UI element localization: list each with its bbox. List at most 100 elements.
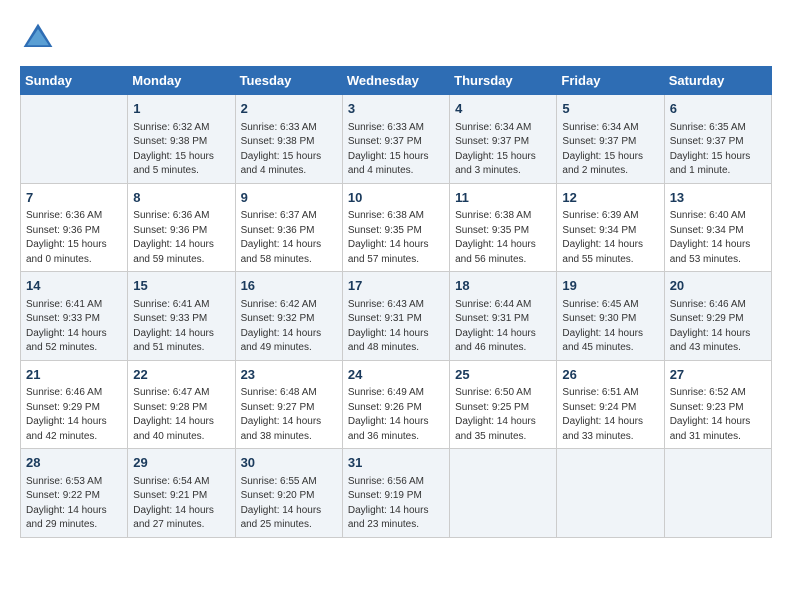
calendar-cell: 11Sunrise: 6:38 AM Sunset: 9:35 PM Dayli… [450,183,557,272]
cell-content: Sunrise: 6:40 AM Sunset: 9:34 PM Dayligh… [670,209,766,267]
calendar-cell [664,449,771,538]
day-number: 13 [670,188,766,208]
day-number: 8 [133,188,229,208]
cell-content: Sunrise: 6:44 AM Sunset: 9:31 PM Dayligh… [455,298,551,356]
calendar-cell: 20Sunrise: 6:46 AM Sunset: 9:29 PM Dayli… [664,272,771,361]
cell-content: Sunrise: 6:32 AM Sunset: 9:38 PM Dayligh… [133,121,229,179]
calendar-cell: 19Sunrise: 6:45 AM Sunset: 9:30 PM Dayli… [557,272,664,361]
day-number: 24 [348,365,444,385]
calendar-cell: 14Sunrise: 6:41 AM Sunset: 9:33 PM Dayli… [21,272,128,361]
calendar-cell: 9Sunrise: 6:37 AM Sunset: 9:36 PM Daylig… [235,183,342,272]
cell-content: Sunrise: 6:34 AM Sunset: 9:37 PM Dayligh… [455,121,551,179]
header-wednesday: Wednesday [342,67,449,95]
cell-content: Sunrise: 6:43 AM Sunset: 9:31 PM Dayligh… [348,298,444,356]
day-number: 30 [241,453,337,473]
day-number: 27 [670,365,766,385]
calendar-cell: 28Sunrise: 6:53 AM Sunset: 9:22 PM Dayli… [21,449,128,538]
day-number: 28 [26,453,122,473]
cell-content: Sunrise: 6:38 AM Sunset: 9:35 PM Dayligh… [455,209,551,267]
day-number: 31 [348,453,444,473]
calendar-cell: 15Sunrise: 6:41 AM Sunset: 9:33 PM Dayli… [128,272,235,361]
day-number: 18 [455,276,551,296]
cell-content: Sunrise: 6:46 AM Sunset: 9:29 PM Dayligh… [26,386,122,444]
day-number: 3 [348,99,444,119]
page-header [20,20,772,56]
calendar-cell [450,449,557,538]
header-friday: Friday [557,67,664,95]
header-saturday: Saturday [664,67,771,95]
day-number: 22 [133,365,229,385]
cell-content: Sunrise: 6:42 AM Sunset: 9:32 PM Dayligh… [241,298,337,356]
cell-content: Sunrise: 6:36 AM Sunset: 9:36 PM Dayligh… [133,209,229,267]
calendar-cell [557,449,664,538]
calendar-cell: 6Sunrise: 6:35 AM Sunset: 9:37 PM Daylig… [664,95,771,184]
day-number: 26 [562,365,658,385]
week-row-4: 28Sunrise: 6:53 AM Sunset: 9:22 PM Dayli… [21,449,772,538]
calendar-cell: 16Sunrise: 6:42 AM Sunset: 9:32 PM Dayli… [235,272,342,361]
cell-content: Sunrise: 6:39 AM Sunset: 9:34 PM Dayligh… [562,209,658,267]
calendar-cell: 18Sunrise: 6:44 AM Sunset: 9:31 PM Dayli… [450,272,557,361]
logo [20,20,60,56]
calendar-cell: 1Sunrise: 6:32 AM Sunset: 9:38 PM Daylig… [128,95,235,184]
day-number: 10 [348,188,444,208]
cell-content: Sunrise: 6:49 AM Sunset: 9:26 PM Dayligh… [348,386,444,444]
cell-content: Sunrise: 6:37 AM Sunset: 9:36 PM Dayligh… [241,209,337,267]
week-row-3: 21Sunrise: 6:46 AM Sunset: 9:29 PM Dayli… [21,360,772,449]
calendar-cell: 8Sunrise: 6:36 AM Sunset: 9:36 PM Daylig… [128,183,235,272]
calendar-cell: 31Sunrise: 6:56 AM Sunset: 9:19 PM Dayli… [342,449,449,538]
day-number: 19 [562,276,658,296]
day-number: 4 [455,99,551,119]
cell-content: Sunrise: 6:50 AM Sunset: 9:25 PM Dayligh… [455,386,551,444]
header-sunday: Sunday [21,67,128,95]
day-number: 17 [348,276,444,296]
cell-content: Sunrise: 6:47 AM Sunset: 9:28 PM Dayligh… [133,386,229,444]
calendar-cell: 4Sunrise: 6:34 AM Sunset: 9:37 PM Daylig… [450,95,557,184]
day-number: 11 [455,188,551,208]
day-number: 23 [241,365,337,385]
calendar-cell: 29Sunrise: 6:54 AM Sunset: 9:21 PM Dayli… [128,449,235,538]
header-tuesday: Tuesday [235,67,342,95]
header-monday: Monday [128,67,235,95]
week-row-2: 14Sunrise: 6:41 AM Sunset: 9:33 PM Dayli… [21,272,772,361]
calendar-cell: 25Sunrise: 6:50 AM Sunset: 9:25 PM Dayli… [450,360,557,449]
calendar-cell: 10Sunrise: 6:38 AM Sunset: 9:35 PM Dayli… [342,183,449,272]
calendar-cell: 23Sunrise: 6:48 AM Sunset: 9:27 PM Dayli… [235,360,342,449]
cell-content: Sunrise: 6:41 AM Sunset: 9:33 PM Dayligh… [133,298,229,356]
cell-content: Sunrise: 6:33 AM Sunset: 9:37 PM Dayligh… [348,121,444,179]
day-number: 1 [133,99,229,119]
calendar-cell: 30Sunrise: 6:55 AM Sunset: 9:20 PM Dayli… [235,449,342,538]
cell-content: Sunrise: 6:53 AM Sunset: 9:22 PM Dayligh… [26,475,122,533]
calendar-cell: 17Sunrise: 6:43 AM Sunset: 9:31 PM Dayli… [342,272,449,361]
calendar-cell: 13Sunrise: 6:40 AM Sunset: 9:34 PM Dayli… [664,183,771,272]
logo-icon [20,20,56,56]
day-number: 6 [670,99,766,119]
day-number: 16 [241,276,337,296]
calendar-cell: 21Sunrise: 6:46 AM Sunset: 9:29 PM Dayli… [21,360,128,449]
header-thursday: Thursday [450,67,557,95]
day-number: 20 [670,276,766,296]
calendar-cell: 2Sunrise: 6:33 AM Sunset: 9:38 PM Daylig… [235,95,342,184]
cell-content: Sunrise: 6:54 AM Sunset: 9:21 PM Dayligh… [133,475,229,533]
calendar-cell: 5Sunrise: 6:34 AM Sunset: 9:37 PM Daylig… [557,95,664,184]
week-row-1: 7Sunrise: 6:36 AM Sunset: 9:36 PM Daylig… [21,183,772,272]
calendar-cell: 26Sunrise: 6:51 AM Sunset: 9:24 PM Dayli… [557,360,664,449]
cell-content: Sunrise: 6:34 AM Sunset: 9:37 PM Dayligh… [562,121,658,179]
calendar-cell: 7Sunrise: 6:36 AM Sunset: 9:36 PM Daylig… [21,183,128,272]
cell-content: Sunrise: 6:33 AM Sunset: 9:38 PM Dayligh… [241,121,337,179]
cell-content: Sunrise: 6:52 AM Sunset: 9:23 PM Dayligh… [670,386,766,444]
cell-content: Sunrise: 6:56 AM Sunset: 9:19 PM Dayligh… [348,475,444,533]
day-number: 12 [562,188,658,208]
day-number: 14 [26,276,122,296]
day-number: 5 [562,99,658,119]
calendar-cell: 12Sunrise: 6:39 AM Sunset: 9:34 PM Dayli… [557,183,664,272]
cell-content: Sunrise: 6:41 AM Sunset: 9:33 PM Dayligh… [26,298,122,356]
day-number: 21 [26,365,122,385]
day-number: 7 [26,188,122,208]
calendar-table: SundayMondayTuesdayWednesdayThursdayFrid… [20,66,772,538]
day-number: 9 [241,188,337,208]
cell-content: Sunrise: 6:36 AM Sunset: 9:36 PM Dayligh… [26,209,122,267]
cell-content: Sunrise: 6:45 AM Sunset: 9:30 PM Dayligh… [562,298,658,356]
day-number: 29 [133,453,229,473]
calendar-cell [21,95,128,184]
calendar-cell: 27Sunrise: 6:52 AM Sunset: 9:23 PM Dayli… [664,360,771,449]
